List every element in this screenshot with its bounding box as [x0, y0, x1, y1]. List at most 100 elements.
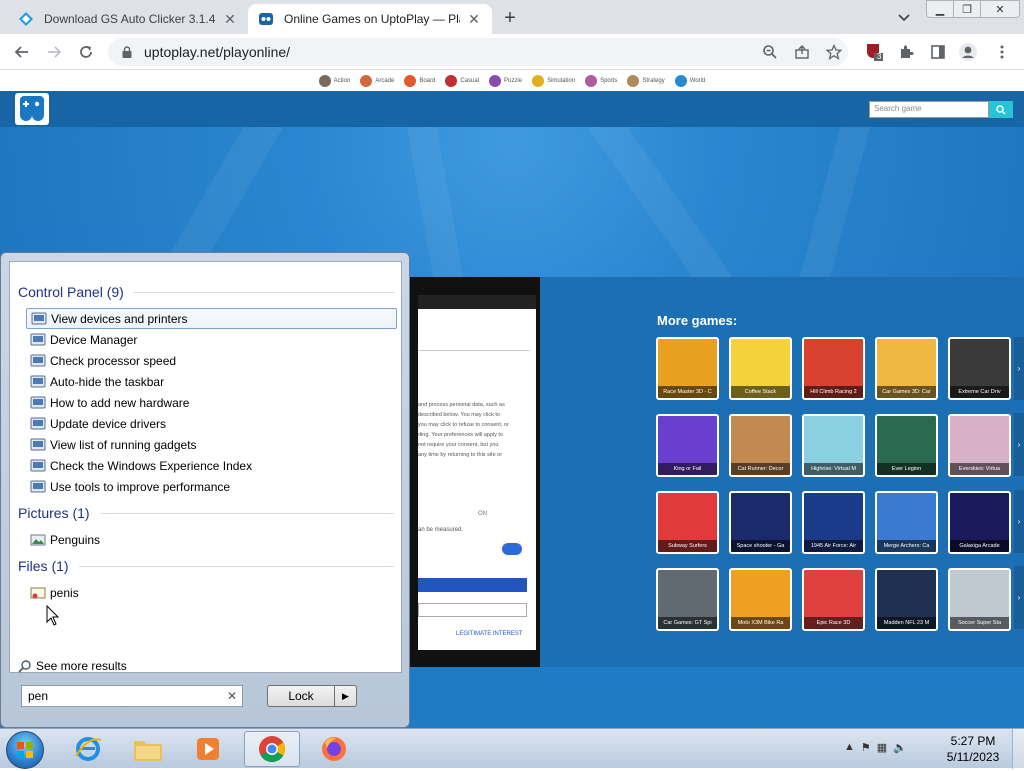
power-options-arrow-icon[interactable]: ▶ [335, 685, 357, 707]
game-card[interactable]: Car Games 3D: Car [875, 337, 938, 400]
game-card[interactable]: Hill Climb Racing 2 [802, 337, 865, 400]
tab-search-chevron-icon[interactable] [894, 8, 914, 28]
taskbar-chrome[interactable] [244, 731, 300, 767]
more-menu-icon[interactable] [992, 42, 1012, 62]
game-card[interactable]: Cat Runner: Decor [729, 414, 792, 477]
result-control-panel-item[interactable]: How to add new hardware [26, 392, 397, 413]
game-card[interactable]: 1945 Air Force: Air [802, 491, 865, 554]
tab-close-icon[interactable]: ✕ [466, 11, 482, 27]
taskbar-file-explorer[interactable] [120, 731, 176, 767]
system-clock[interactable]: 5:27 PM 5/11/2023 [940, 733, 1006, 765]
game-card[interactable]: Highrise: Virtual M [802, 414, 865, 477]
clear-search-icon[interactable]: ✕ [225, 689, 239, 703]
search-game-input[interactable]: Search game [869, 101, 989, 118]
taskbar-media-player[interactable] [180, 731, 236, 767]
bookmark-star-icon[interactable] [824, 42, 844, 62]
category-strategy[interactable]: Strategy [627, 75, 665, 87]
see-more-results-link[interactable]: See more results [18, 659, 127, 673]
game-card[interactable]: Race Master 3D - C [656, 337, 719, 400]
game-card[interactable]: Soccer Super Sta [948, 568, 1011, 631]
game-card[interactable]: Merge Archers: Ca [875, 491, 938, 554]
result-penguins[interactable]: Penguins [26, 529, 397, 550]
extensions-puzzle-icon[interactable] [896, 42, 916, 62]
network-icon[interactable]: ▦ [877, 741, 887, 754]
action-center-flag-icon[interactable]: ⚑ [861, 741, 871, 754]
arcade-icon [360, 75, 373, 87]
search-button[interactable] [989, 101, 1013, 118]
chrome-icon [259, 736, 286, 763]
row-scroll-arrow-icon[interactable]: › [1014, 413, 1024, 476]
result-control-panel-item[interactable]: Use tools to improve performance [26, 476, 397, 497]
game-title: Hill Climb Racing 2 [804, 386, 863, 398]
address-bar[interactable]: uptoplay.net/playonline/ [108, 38, 848, 66]
new-tab-button[interactable]: + [498, 6, 522, 30]
consent-toggle[interactable] [502, 543, 522, 555]
category-sports[interactable]: Sports [585, 75, 617, 87]
window-restore-button[interactable]: ❐ [953, 0, 981, 18]
game-title: Soccer Super Sta [950, 617, 1009, 629]
game-title: Galaxiga Arcade [950, 540, 1009, 552]
row-scroll-arrow-icon[interactable]: › [1014, 337, 1024, 400]
category-world[interactable]: World [674, 75, 705, 87]
row-scroll-arrow-icon[interactable]: › [1014, 566, 1024, 629]
game-card[interactable]: Ever Legion [875, 414, 938, 477]
result-file[interactable]: penis [26, 582, 397, 603]
category-simulation[interactable]: Simulation [532, 75, 575, 87]
profile-avatar-icon[interactable] [958, 42, 978, 62]
game-card[interactable]: Extreme Car Driv [948, 337, 1011, 400]
tab-close-icon[interactable]: ✕ [222, 11, 238, 27]
result-control-panel-item[interactable]: View devices and printers [26, 308, 397, 329]
extension-shield-icon[interactable]: 3 [864, 42, 884, 62]
phone-blue-button[interactable] [418, 578, 527, 592]
category-arcade[interactable]: Arcade [360, 75, 394, 87]
zoom-icon[interactable] [760, 42, 780, 62]
result-control-panel-item[interactable]: Update device drivers [26, 413, 397, 434]
game-title: Moto X3M Bike Ra [731, 617, 790, 629]
legitimate-interest-link[interactable]: LEGITIMATE INTEREST [456, 631, 523, 637]
tab-gs-auto-clicker[interactable]: Download GS Auto Clicker 3.1.4 for ✕ [8, 4, 248, 34]
game-card[interactable]: Moto X3M Bike Ra [729, 568, 792, 631]
tab-uptoplay[interactable]: Online Games on UptoPlay — Play B ✕ [248, 4, 492, 34]
taskbar-firefox[interactable] [306, 731, 362, 767]
game-card[interactable]: Galaxiga Arcade [948, 491, 1011, 554]
category-puzzle[interactable]: Puzzle [489, 75, 522, 87]
back-button[interactable] [10, 40, 34, 64]
game-card[interactable]: Car Games: GT Spi [656, 568, 719, 631]
result-control-panel-item[interactable]: Check processor speed [26, 350, 397, 371]
clock-date: 5/11/2023 [946, 750, 1000, 764]
lock-button[interactable]: Lock [267, 685, 335, 707]
tray-expand-icon[interactable]: ▲ [844, 741, 855, 754]
window-close-button[interactable]: ✕ [980, 0, 1020, 18]
game-card[interactable]: King or Fail [656, 414, 719, 477]
result-control-panel-item[interactable]: View list of running gadgets [26, 434, 397, 455]
volume-icon[interactable]: 🔈 [893, 741, 907, 754]
game-card[interactable]: Space shooter - Ga [729, 491, 792, 554]
show-desktop-button[interactable] [1012, 729, 1024, 769]
start-button[interactable] [6, 731, 44, 769]
lock-icon[interactable] [120, 45, 134, 59]
forward-button[interactable] [42, 40, 66, 64]
result-control-panel-item[interactable]: Auto-hide the taskbar [26, 371, 397, 392]
dropdown-value[interactable]: ON [478, 511, 487, 517]
game-title: Merge Archers: Ca [877, 540, 936, 552]
category-casual[interactable]: Casual [445, 75, 479, 87]
game-card[interactable]: Epic Race 3D [802, 568, 865, 631]
taskbar-internet-explorer[interactable] [60, 731, 116, 767]
uptoplay-logo[interactable] [15, 93, 49, 125]
row-scroll-arrow-icon[interactable]: › [1014, 490, 1024, 553]
result-control-panel-item[interactable]: Device Manager [26, 329, 397, 350]
window-minimize-button[interactable]: ▁ [926, 0, 954, 18]
share-icon[interactable] [792, 42, 812, 62]
side-panel-icon[interactable] [928, 42, 948, 62]
reload-button[interactable] [74, 40, 98, 64]
game-card[interactable]: Coffee Stack [729, 337, 792, 400]
phone-input[interactable] [418, 603, 527, 617]
result-control-panel-item[interactable]: Check the Windows Experience Index [26, 455, 397, 476]
start-search-input[interactable]: pen [21, 685, 243, 707]
game-card[interactable]: Everskies: Virtua [948, 414, 1011, 477]
category-board[interactable]: Board [404, 75, 435, 87]
game-card[interactable]: Subway Surfers [656, 491, 719, 554]
category-action[interactable]: Action [318, 75, 350, 87]
game-frame[interactable]: and process personal data, such as descr… [410, 277, 540, 667]
game-card[interactable]: Madden NFL 23 M [875, 568, 938, 631]
